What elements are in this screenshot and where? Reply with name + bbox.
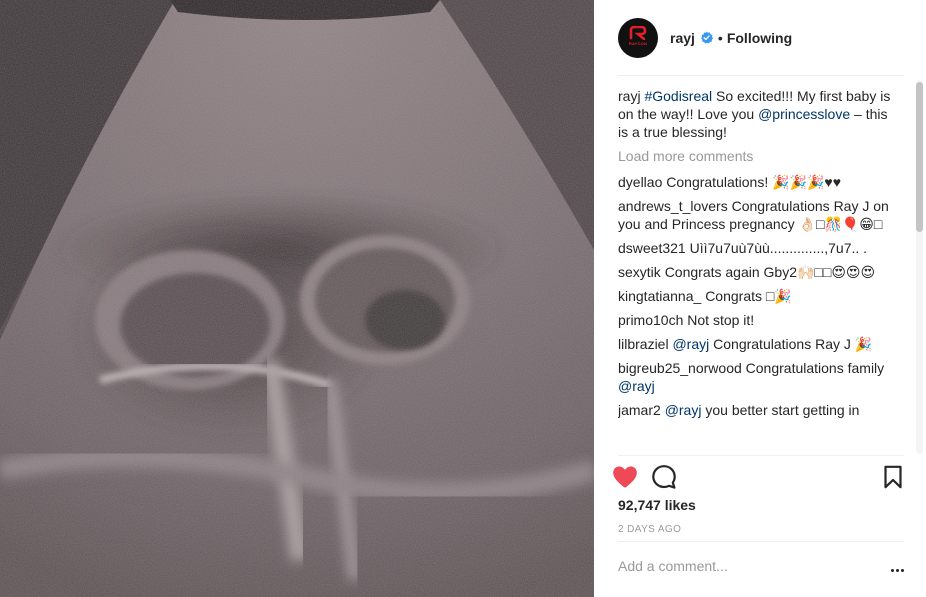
comment-username[interactable]: primo10ch — [618, 312, 683, 328]
comment-username[interactable]: dyellao — [618, 174, 662, 190]
comment-item: dsweet321 Uìì7u7uù7ùù..............,7u7.… — [618, 239, 900, 257]
comment-item: sexytik Congrats again Gby2🙌🏻□□😍😍😍 — [618, 263, 900, 281]
raycon-logo-icon — [629, 25, 647, 40]
comment-item: kingtatianna_ Congrats □🎉 — [618, 287, 900, 305]
comment-item: primo10ch Not stop it! — [618, 311, 900, 329]
post-photo[interactable] — [0, 0, 594, 597]
comment-item: jamar2 @rayj you better start getting in — [618, 401, 900, 419]
comments-list[interactable]: rayj #Godisreal So excited!!! My first b… — [618, 87, 900, 455]
comment-item: dyellao Congratulations! 🎉🎉🎉♥♥ — [618, 173, 900, 191]
comment-username[interactable]: sexytik — [618, 264, 661, 280]
comment-username[interactable]: andrews_t_lovers — [618, 198, 728, 214]
instagram-post: RAYCON rayj • Following rayj #Godisreal … — [0, 0, 926, 597]
more-dot-icon — [900, 568, 904, 572]
post-header: RAYCON rayj • Following — [594, 0, 926, 75]
add-comment-divider — [618, 541, 904, 542]
post-side-panel: RAYCON rayj • Following rayj #Godisreal … — [594, 0, 926, 597]
avatar-brand-text: RAYCON — [628, 40, 648, 46]
header-username[interactable]: rayj — [670, 30, 695, 46]
more-dot-icon — [895, 568, 899, 572]
comment-username[interactable]: kingtatianna_ — [618, 288, 701, 304]
caption-mention[interactable]: @princesslove — [758, 106, 850, 122]
caption-username[interactable]: rayj — [618, 88, 641, 104]
comment-text: you better start getting in — [701, 402, 860, 418]
comment-text: Congratulations Ray J 🎉 — [709, 336, 873, 352]
comment-text: Congrats □🎉 — [705, 288, 792, 304]
comment-username[interactable]: lilbraziel — [618, 336, 669, 352]
comment-item: andrews_t_lovers Congratulations Ray J o… — [618, 197, 900, 233]
caption: rayj #Godisreal So excited!!! My first b… — [618, 87, 900, 141]
comment-text: Uìì7u7uù7ùù..............,7u7.. . — [689, 240, 868, 256]
comment-icon — [652, 465, 676, 489]
header-separator: • — [717, 29, 723, 46]
comment-mention[interactable]: @rayj — [665, 402, 702, 418]
comment-text: Congratulations family — [745, 360, 885, 376]
save-button[interactable] — [878, 462, 908, 492]
more-dot-icon — [890, 568, 894, 572]
avatar[interactable]: RAYCON — [618, 17, 658, 58]
following-button[interactable]: Following — [727, 30, 792, 46]
comment-button[interactable] — [649, 462, 679, 492]
heart-icon — [613, 466, 637, 488]
load-more-comments-button[interactable]: Load more comments — [618, 147, 900, 165]
comment-text: Not stop it! — [687, 312, 755, 328]
bookmark-icon — [884, 465, 902, 489]
comment-username[interactable]: jamar2 — [618, 402, 661, 418]
comments-scrollbar-thumb[interactable] — [916, 82, 923, 232]
verified-badge-icon — [701, 31, 713, 44]
like-button[interactable] — [610, 462, 640, 492]
comment-username[interactable]: bigreub25_norwood — [618, 360, 742, 376]
comment-item: bigreub25_norwood Congratulations family… — [618, 359, 900, 395]
more-options-button[interactable] — [887, 562, 907, 578]
comment-username[interactable]: dsweet321 — [618, 240, 686, 256]
comment-items: dyellao Congratulations! 🎉🎉🎉♥♥ andrews_t_… — [618, 173, 900, 419]
action-bar — [610, 462, 908, 492]
likes-count[interactable]: 92,747 likes — [618, 497, 696, 513]
comment-text: Congratulations! 🎉🎉🎉♥♥ — [666, 174, 842, 190]
caption-hashtag[interactable]: #Godisreal — [644, 88, 712, 104]
comment-text: Congrats again Gby2🙌🏻□□😍😍😍 — [664, 264, 876, 280]
comment-item: lilbraziel @rayj Congratulations Ray J 🎉 — [618, 335, 900, 353]
comment-mention[interactable]: @rayj — [618, 378, 655, 394]
actions-divider — [618, 455, 904, 456]
comment-mention[interactable]: @rayj — [672, 336, 709, 352]
header-divider — [618, 75, 904, 76]
add-comment-input[interactable] — [618, 558, 868, 574]
post-timestamp: 2 DAYS AGO — [618, 524, 682, 535]
ultrasound-image — [0, 0, 594, 597]
